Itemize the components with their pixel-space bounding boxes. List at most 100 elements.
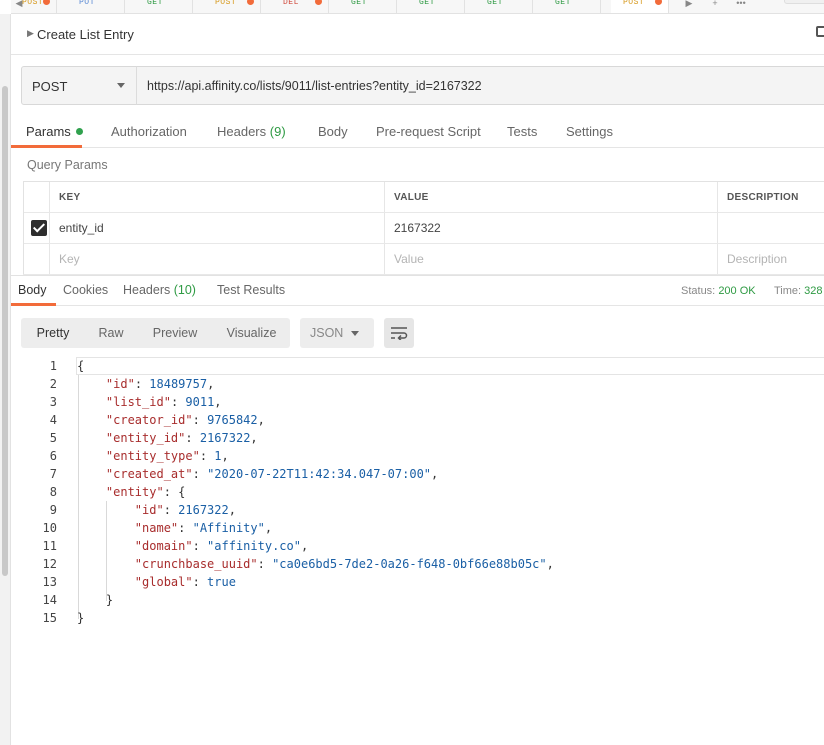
more-tabs-icon[interactable]: ••• [731, 0, 751, 13]
code-trail: { [178, 485, 186, 499]
code-line: "entity_type": 1, [77, 449, 229, 463]
tab-settings[interactable]: Settings [566, 124, 613, 139]
line-number: 11 [42, 539, 57, 553]
request-tab-method: GET [351, 0, 367, 7]
code-sep: : [185, 431, 200, 445]
code-line: } [77, 593, 113, 607]
request-tab[interactable]: GET [407, 0, 465, 13]
checkbox-checked-icon[interactable] [31, 220, 47, 236]
request-tab-method: GET [555, 0, 571, 7]
format-label: JSON [310, 326, 344, 340]
code-key: "entity_type" [105, 449, 200, 463]
request-tab-method: POST [22, 0, 44, 7]
unsaved-dot [247, 0, 254, 5]
tab-scroll-right-icon[interactable]: ▶ [679, 0, 699, 13]
chevron-down-icon [117, 83, 125, 88]
view-preview-button[interactable]: Preview [137, 318, 213, 348]
new-value-input[interactable]: Value [384, 244, 718, 274]
code-line: "name": "Affinity", [77, 521, 272, 535]
code-trail: , [264, 521, 273, 535]
code-trail: , [546, 557, 554, 571]
request-tab[interactable]: DEL [271, 0, 329, 13]
code-line: { [77, 359, 84, 373]
response-status[interactable]: Status: 200 OK [681, 285, 756, 297]
param-description-cell[interactable] [717, 213, 824, 243]
code-key: "creator_id" [105, 413, 193, 427]
request-tab[interactable]: GET [339, 0, 397, 13]
request-tab[interactable]: GET [543, 0, 601, 13]
tab-response-cookies[interactable]: Cookies [63, 283, 108, 297]
response-headers-count: (10) [173, 283, 196, 297]
comment-icon[interactable] [816, 26, 824, 37]
tab-headers[interactable]: Headers (9) [217, 124, 286, 139]
request-tab[interactable]: POST [203, 0, 261, 13]
request-tab[interactable]: POT [67, 0, 125, 13]
tab-headers-label: Headers [217, 124, 267, 139]
column-header-description: DESCRIPTION [717, 182, 824, 212]
code-line: } [77, 611, 84, 625]
caret-right-icon[interactable]: ▶ [27, 28, 34, 39]
response-time[interactable]: Time: 328 [774, 285, 823, 297]
scrollbar-thumb[interactable] [2, 86, 8, 576]
code-key: "crunchbase_uuid" [134, 557, 258, 571]
request-tab-method: GET [147, 0, 163, 7]
code-value: 9011 [185, 395, 215, 409]
url-input[interactable] [136, 66, 824, 105]
code-trail: , [300, 539, 309, 553]
wrap-lines-button[interactable] [384, 318, 414, 348]
unsaved-dot [315, 0, 322, 5]
code-trail: , [207, 377, 215, 391]
request-tab[interactable]: POST [20, 0, 57, 13]
new-description-input[interactable]: Description [717, 244, 824, 274]
param-key-cell[interactable]: entity_id [49, 213, 385, 243]
headers-count: (9) [269, 124, 286, 139]
tab-response-headers[interactable]: Headers (10) [123, 283, 196, 297]
format-select[interactable]: JSON [300, 318, 374, 348]
method-select[interactable]: POST [21, 66, 137, 105]
view-raw-button[interactable]: Raw [85, 318, 137, 348]
tab-response-body[interactable]: Body [18, 283, 47, 297]
body-view-switcher: Pretty Raw Preview Visualize [21, 318, 290, 348]
new-tab-icon[interactable]: + [705, 0, 725, 13]
code-sep: : [257, 557, 273, 571]
code-sep: : [192, 575, 208, 589]
tab-authorization[interactable]: Authorization [111, 124, 187, 139]
response-headers-label: Headers [123, 283, 171, 297]
line-number: 9 [49, 503, 57, 517]
tab-tests[interactable]: Tests [507, 124, 537, 139]
param-value-cell[interactable]: 2167322 [384, 213, 718, 243]
chevron-down-icon [351, 331, 359, 336]
request-tab[interactable]: GET [475, 0, 533, 13]
request-tab[interactable]: GET [135, 0, 193, 13]
line-number: 7 [49, 467, 57, 481]
code-key: "entity" [105, 485, 164, 499]
view-pretty-button[interactable]: Pretty [21, 318, 85, 348]
code-key: "list_id" [105, 395, 171, 409]
response-body-viewer[interactable]: 1 {2 "id": 18489757, 3 "list_id": 9011, 4 "… [21, 357, 824, 657]
sidebar-scrollbar[interactable] [0, 14, 11, 745]
code-value: 18489757 [149, 377, 208, 391]
code-value: 1 [214, 449, 222, 463]
view-visualize-button[interactable]: Visualize [213, 318, 290, 348]
table-row: entity_id 2167322 [23, 213, 824, 244]
code-line: "list_id": 9011, [77, 395, 222, 409]
request-tab-method: GET [487, 0, 503, 7]
status-label: Status: [681, 285, 716, 297]
code-value: "Affinity" [192, 521, 265, 535]
tab-params[interactable]: Params [26, 124, 83, 139]
tab-body[interactable]: Body [318, 124, 348, 139]
request-title[interactable]: Create List Entry [37, 27, 134, 42]
environment-select[interactable] [784, 0, 824, 4]
request-tab[interactable]: POST [611, 0, 669, 13]
line-number: 4 [49, 413, 57, 427]
tab-test-results[interactable]: Test Results [217, 283, 285, 297]
request-tab-method: POST [623, 0, 645, 7]
line-number: 10 [42, 521, 57, 535]
tab-prerequest-script[interactable]: Pre-request Script [376, 124, 481, 139]
new-key-input[interactable]: Key [49, 244, 385, 274]
